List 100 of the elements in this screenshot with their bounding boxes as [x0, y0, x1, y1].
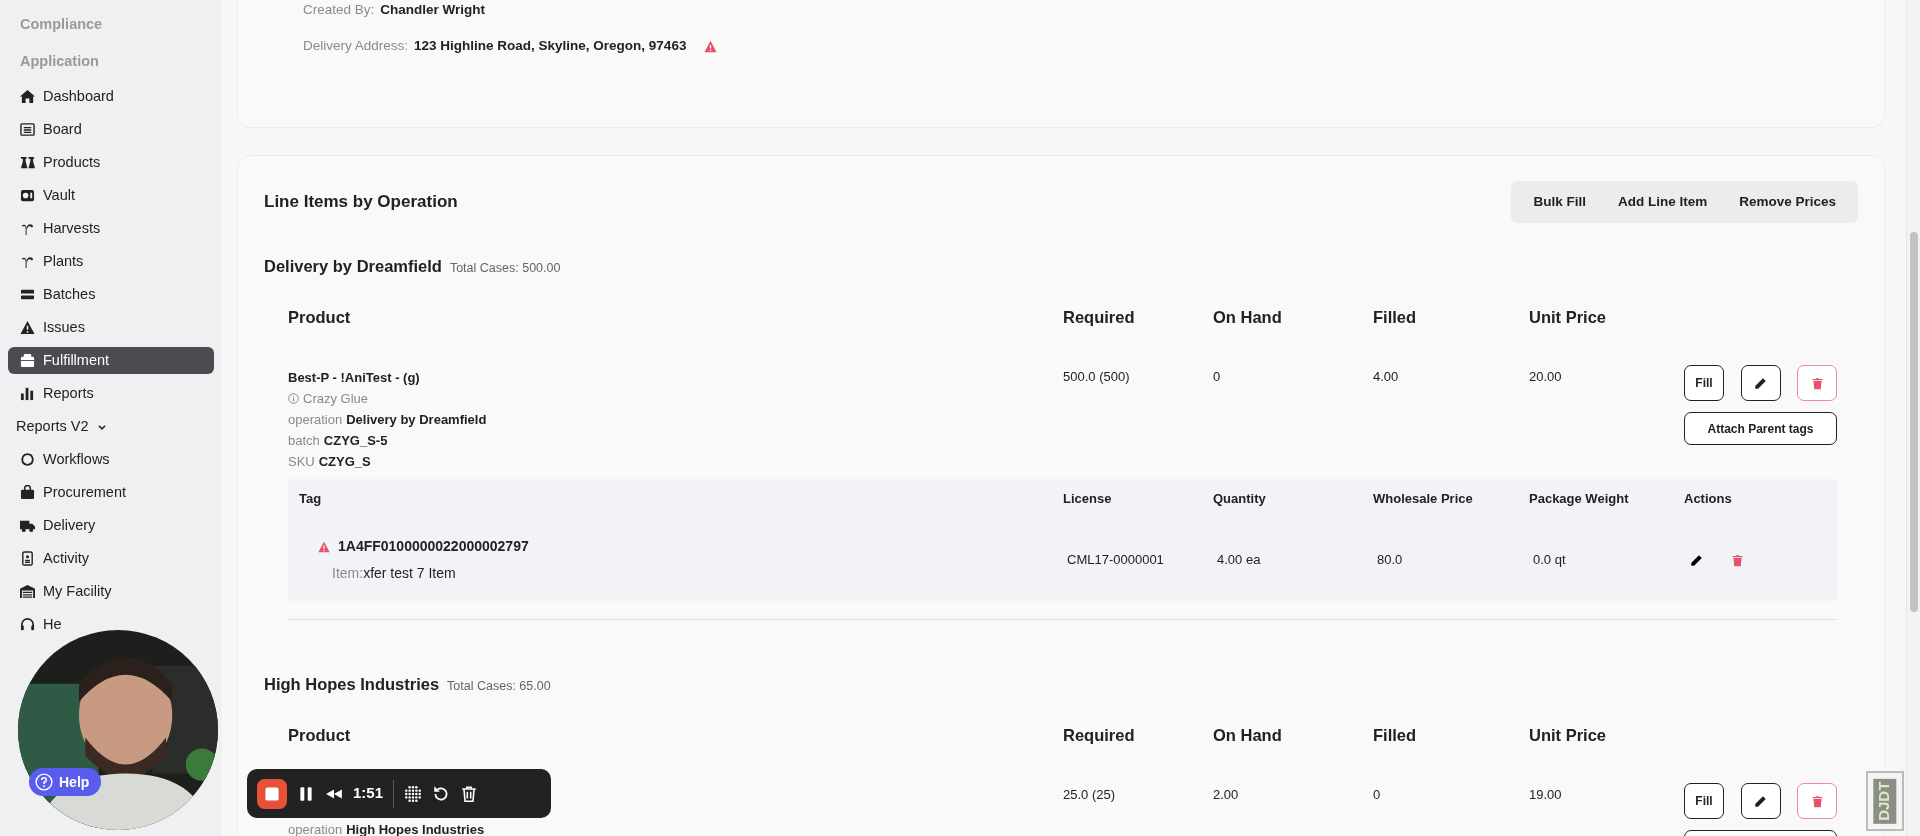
sidebar-item[interactable]: My Facility: [8, 581, 116, 602]
section-heading: Compliance: [19, 14, 104, 34]
field-value: Delivery by Dreamfield: [346, 411, 487, 429]
truck-icon: [20, 518, 35, 533]
sidebar-item[interactable]: Dashboard: [8, 86, 118, 107]
dot-grid-icon: [404, 784, 423, 803]
sidebar-item[interactable]: Procurement: [8, 482, 130, 503]
sidebar-item[interactable]: Reports: [8, 383, 98, 404]
table-cell-text: 0: [1373, 786, 1382, 804]
sidebar-item[interactable]: Workflows: [8, 449, 114, 470]
field-value: Chandler Wright: [380, 0, 486, 19]
question-icon: [35, 773, 53, 791]
field-value: High Hopes Industries: [346, 821, 485, 836]
id-card-icon: [20, 551, 35, 566]
pencil-icon: [1754, 794, 1767, 808]
table-cell-text: 19.00: [1529, 786, 1563, 804]
pause-button[interactable]: [297, 784, 315, 803]
trash-icon: [1731, 553, 1744, 567]
column-header: Unit Price: [1529, 306, 1608, 328]
field-label: Item:: [332, 564, 364, 583]
column-header: Package Weight: [1529, 490, 1630, 509]
sidebar-item[interactable]: Reports V2: [8, 416, 111, 437]
sidebar-item[interactable]: Products: [8, 152, 105, 173]
fill-button[interactable]: Fill: [1684, 365, 1724, 401]
dot-grid-button[interactable]: [404, 784, 423, 803]
sidebar-item[interactable]: Activity: [8, 548, 93, 569]
help-button[interactable]: Help: [29, 768, 102, 796]
attach-button[interactable]: Attach Parent tags: [1684, 412, 1837, 445]
sidebar-item[interactable]: Board: [8, 119, 86, 140]
action-button[interactable]: Add Line Item: [1601, 191, 1724, 213]
bag-icon: [20, 485, 35, 500]
recording-timer: 1:51: [353, 783, 384, 804]
trash-icon: [460, 784, 479, 803]
sidebar-item[interactable]: Delivery: [8, 515, 100, 536]
stop-button[interactable]: [257, 778, 287, 809]
column-header: Product: [288, 306, 352, 328]
warning-icon: [20, 320, 35, 335]
column-header: Product: [288, 724, 352, 746]
column-header: On Hand: [1213, 306, 1283, 328]
field-label: Delivery Address:: [303, 36, 409, 55]
trash-button[interactable]: [460, 784, 479, 803]
list-icon: [20, 122, 35, 137]
action-button[interactable]: Remove Prices: [1723, 191, 1852, 213]
sprout-icon: [20, 221, 35, 236]
field-label: operation: [288, 821, 343, 836]
total-cases: Total Cases: 65.00: [447, 678, 551, 695]
product-note: Crazy Glue: [303, 390, 369, 408]
table-cell-text: 0.0 qt: [1533, 551, 1566, 570]
headset-icon: [20, 617, 35, 632]
table-cell-text: 4.00 ea: [1217, 551, 1261, 570]
delete-button[interactable]: [1797, 783, 1837, 819]
field-label: batch: [288, 432, 320, 450]
sidebar-item[interactable]: Batches: [8, 284, 100, 305]
field-label: SKU: [288, 453, 315, 471]
pencil-icon: [1690, 553, 1703, 567]
box-icon: [20, 353, 35, 368]
house-icon: [20, 89, 35, 104]
info-icon: [288, 393, 299, 404]
field-value: 123 Highline Road, Skyline, Oregon, 97463: [414, 36, 687, 55]
column-header: Filled: [1373, 306, 1418, 328]
column-header: Quantity: [1213, 490, 1267, 509]
pencil-icon: [1754, 376, 1767, 390]
sidebar-item[interactable]: Vault: [8, 185, 79, 206]
total-cases: Total Cases: 500.00: [449, 260, 561, 277]
column-header: Wholesale Price: [1373, 490, 1474, 509]
field-value: CZYG_S: [318, 453, 371, 471]
column-header: Filled: [1373, 724, 1418, 746]
sidebar-item[interactable]: Harvests: [8, 218, 105, 239]
column-header: Unit Price: [1529, 724, 1608, 746]
delete-button[interactable]: [1797, 365, 1837, 401]
sidebar-item[interactable]: Issues: [8, 317, 89, 338]
column-header: Tag: [298, 490, 323, 509]
column-header: Actions: [1684, 490, 1733, 509]
field-label: Created By:: [303, 0, 375, 19]
trash-icon: [1810, 794, 1824, 808]
action-button[interactable]: Bulk Fill: [1517, 191, 1602, 213]
sidebar-item[interactable]: Fulfillment: [8, 347, 214, 374]
sidebar-item[interactable]: Plants: [8, 251, 88, 272]
stop-icon: [257, 778, 287, 809]
tag-id: 1A4FF0100000022000002797: [338, 537, 529, 556]
table-cell-text: 0: [1213, 368, 1222, 386]
column-header: On Hand: [1213, 724, 1283, 746]
warehouse-icon: [20, 584, 35, 599]
scrollbar-thumb[interactable]: [1909, 232, 1918, 612]
section-title: Line Items by Operation: [264, 191, 458, 214]
fill-button[interactable]: Fill: [1684, 783, 1724, 819]
group-title: High Hopes Industries: [264, 674, 440, 695]
column-header: Required: [1063, 724, 1136, 746]
field-label: operation: [288, 411, 343, 429]
safe-icon: [20, 188, 35, 203]
table-cell-text: 20.00: [1529, 368, 1563, 386]
table-cell-text: 2.00: [1213, 786, 1240, 804]
bar-chart-icon: [20, 386, 35, 401]
edit-button[interactable]: [1740, 365, 1781, 401]
sidebar-item[interactable]: He: [8, 614, 66, 635]
table-cell-text: 25.0 (25): [1063, 786, 1117, 804]
table-cell-text: 500.0 (500): [1063, 368, 1131, 386]
column-header: License: [1063, 490, 1113, 509]
edit-button[interactable]: [1740, 783, 1781, 819]
section-heading: Application: [19, 51, 100, 71]
